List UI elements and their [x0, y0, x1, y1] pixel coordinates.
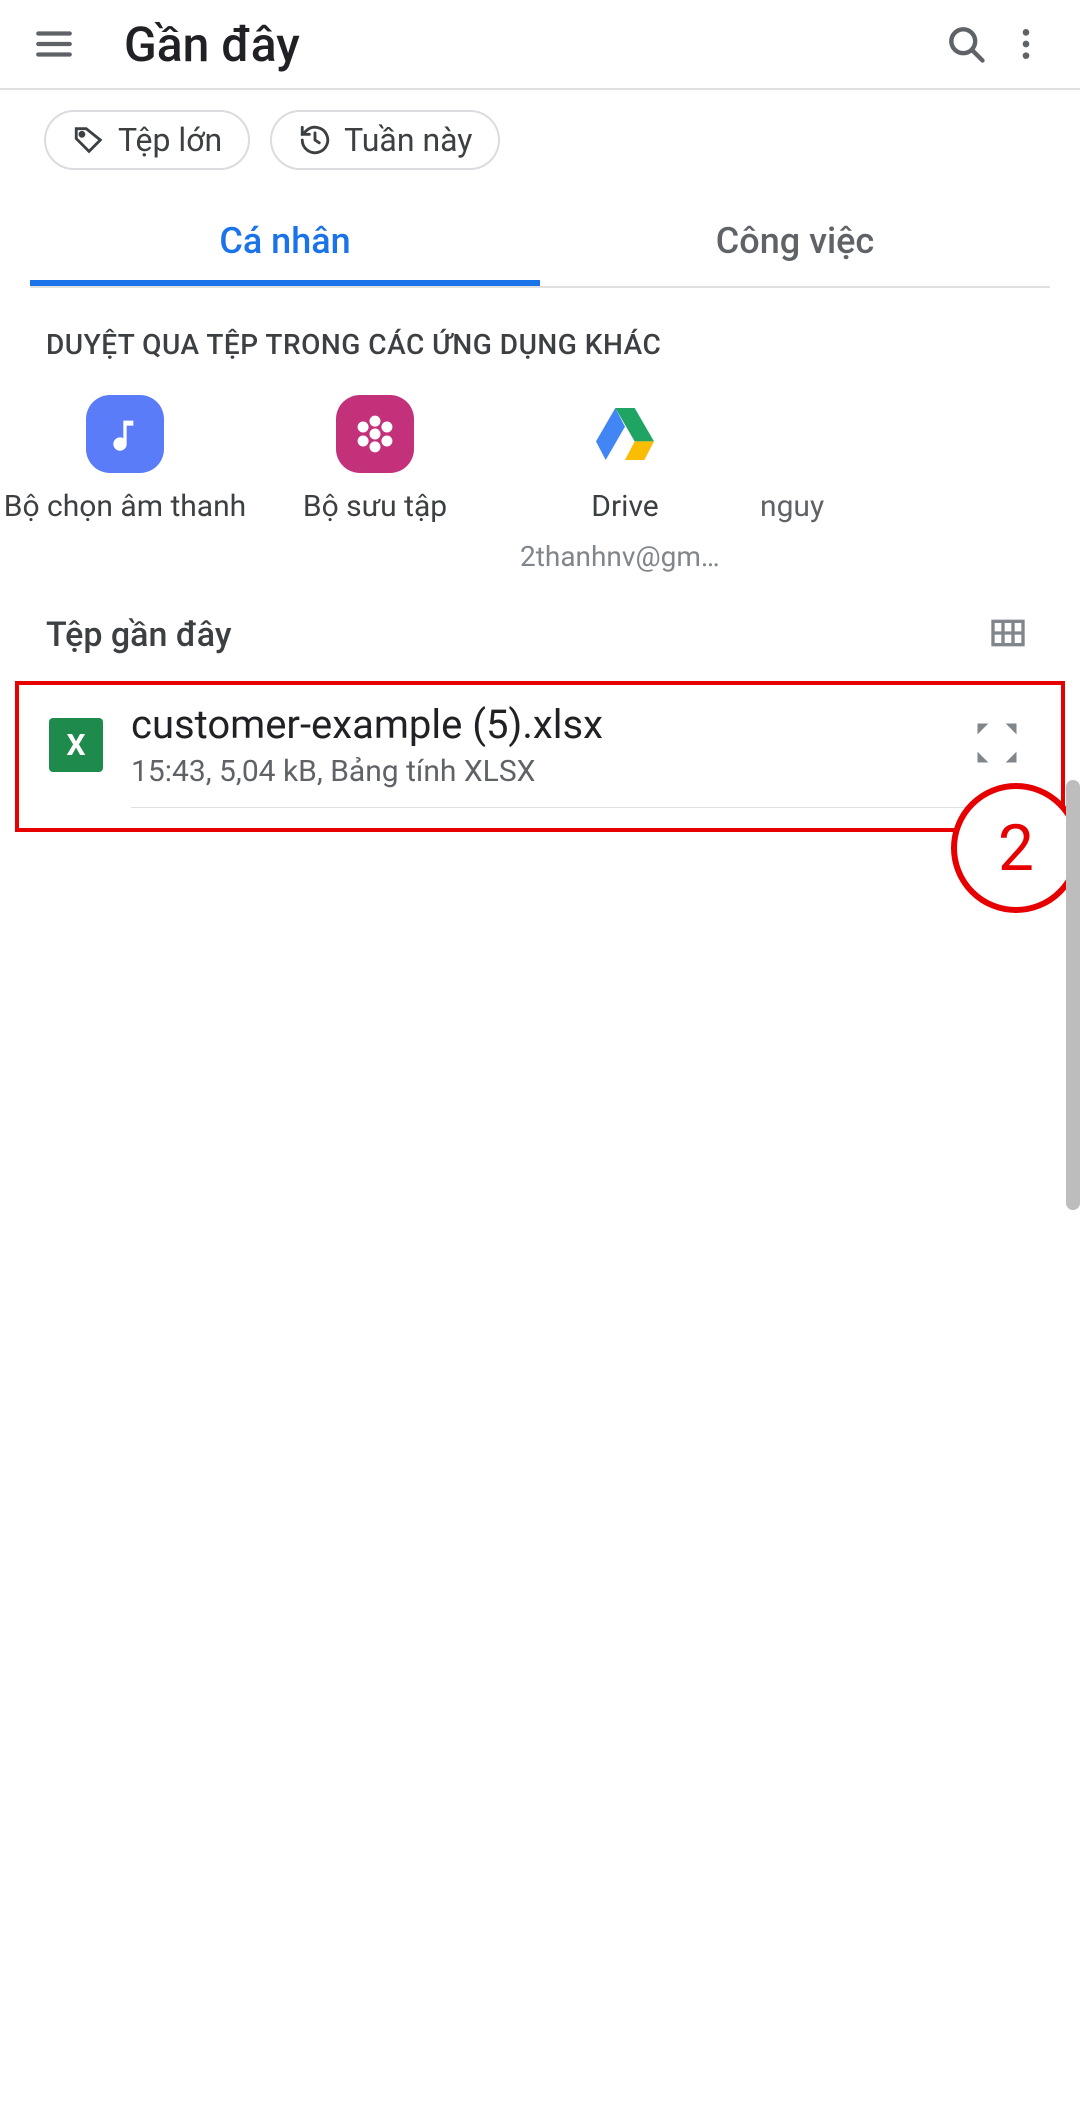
app-label: Bộ chọn âm thanh	[4, 489, 246, 524]
app-partial[interactable]: nguy	[750, 395, 910, 573]
xlsx-file-icon: X	[49, 718, 103, 772]
music-note-icon	[86, 395, 164, 473]
app-sound-picker[interactable]: Bộ chọn âm thanh	[0, 395, 250, 573]
app-sublabel: 2thanhnv@gmail....	[520, 540, 730, 573]
drive-icon	[586, 395, 664, 473]
top-bar: Gần đây	[0, 0, 1080, 90]
apps-row: Bộ chọn âm thanh Bộ sưu tập Drive 2thanh…	[0, 381, 1080, 573]
search-icon[interactable]	[936, 14, 996, 74]
history-icon	[298, 123, 332, 157]
highlighted-file: X customer-example (5).xlsx 15:43, 5,04 …	[15, 681, 1065, 832]
file-meta: 15:43, 5,04 kB, Bảng tính XLSX	[131, 754, 943, 789]
tabs: Cá nhân Công việc	[30, 202, 1050, 288]
recent-header: Tệp gần đây	[0, 573, 1080, 667]
chip-label: Tệp lớn	[118, 121, 222, 159]
more-vert-icon[interactable]	[996, 14, 1056, 74]
app-label: Drive	[591, 489, 658, 524]
tab-personal[interactable]: Cá nhân	[30, 202, 540, 286]
menu-icon[interactable]	[24, 14, 84, 74]
filter-chips: Tệp lớn Tuần này	[0, 90, 1080, 190]
chip-this-week[interactable]: Tuần này	[270, 110, 500, 170]
browse-other-apps-label: DUYỆT QUA TỆP TRONG CÁC ỨNG DỤNG KHÁC	[0, 288, 1080, 381]
grid-view-icon[interactable]	[988, 613, 1028, 657]
chip-label: Tuần này	[344, 121, 472, 159]
divider	[131, 807, 1031, 808]
page-title: Gần đây	[124, 16, 936, 73]
chip-large-files[interactable]: Tệp lớn	[44, 110, 250, 170]
file-name: customer-example (5).xlsx	[131, 701, 943, 748]
app-label: Bộ sưu tập	[303, 489, 447, 524]
app-drive[interactable]: Drive 2thanhnv@gmail....	[500, 395, 750, 573]
annotation-badge: 2	[951, 783, 1080, 913]
tag-icon	[72, 123, 106, 157]
recent-files-label: Tệp gần đây	[46, 615, 232, 655]
tab-work[interactable]: Công việc	[540, 202, 1050, 286]
flower-icon	[336, 395, 414, 473]
fullscreen-icon[interactable]	[971, 717, 1031, 773]
app-gallery[interactable]: Bộ sưu tập	[250, 395, 500, 573]
app-label: nguy	[760, 489, 824, 524]
scrollbar[interactable]	[1066, 780, 1080, 1210]
file-row[interactable]: X customer-example (5).xlsx 15:43, 5,04 …	[49, 701, 1031, 789]
